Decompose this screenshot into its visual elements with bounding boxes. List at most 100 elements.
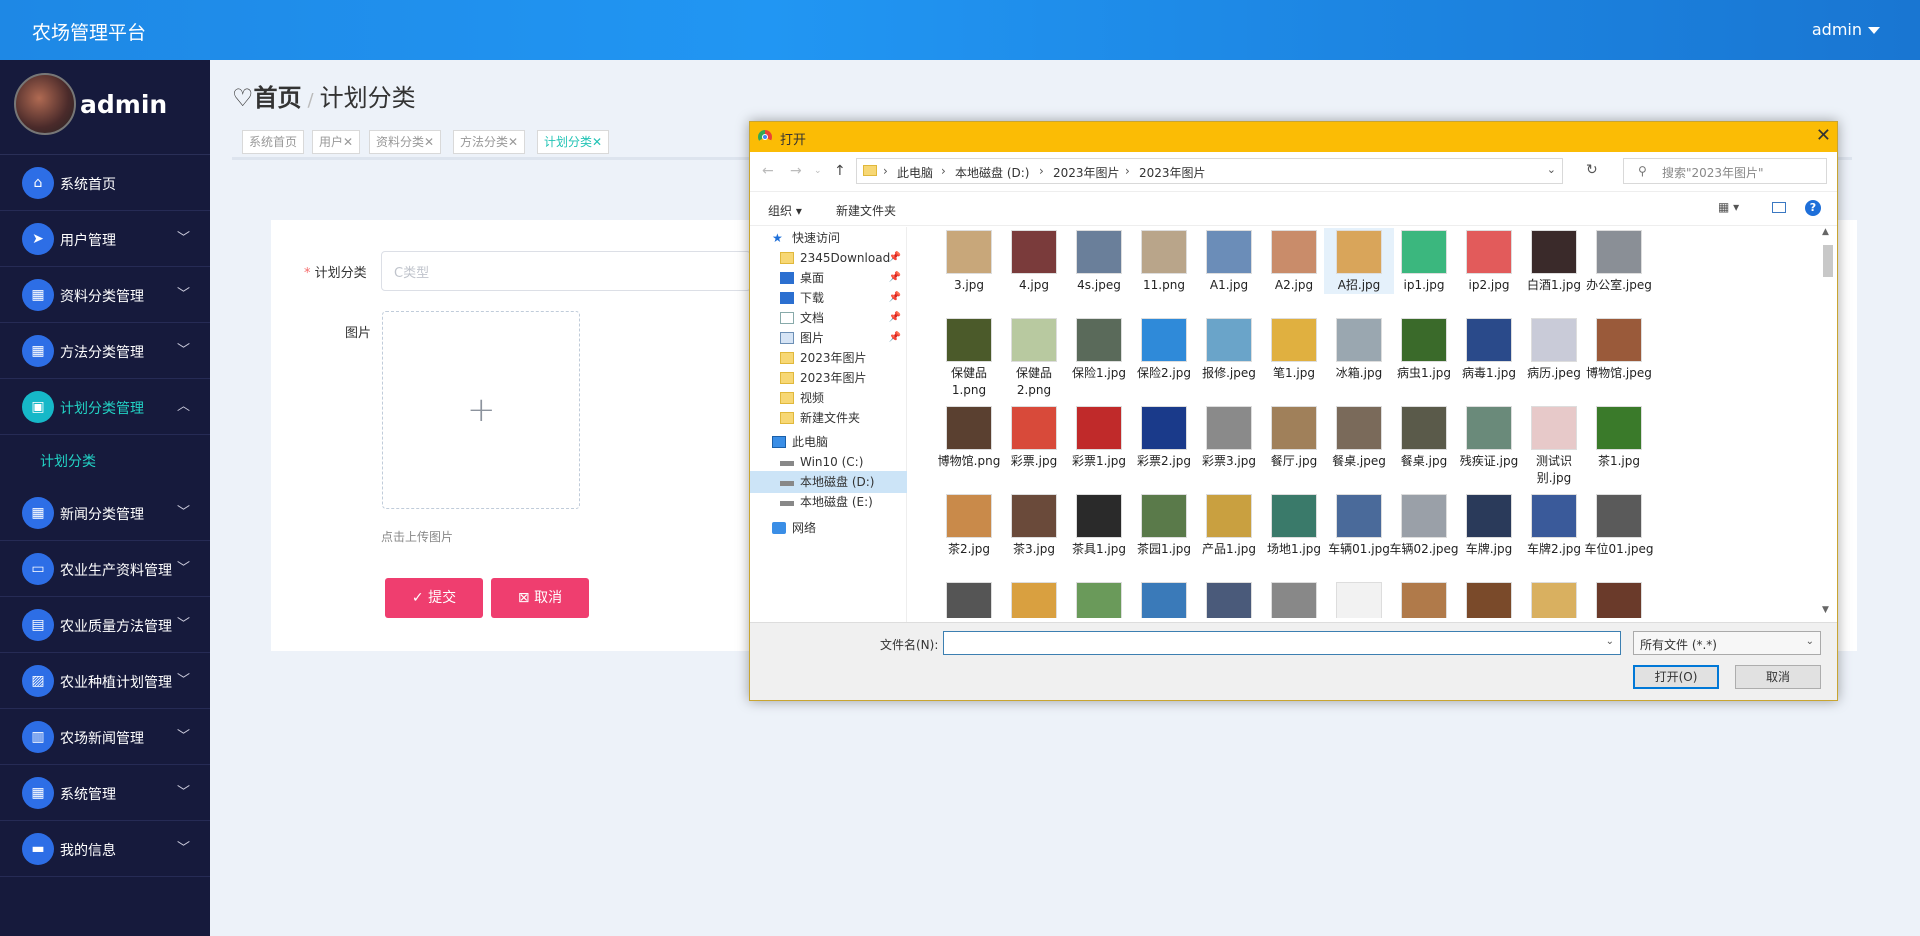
user-menu[interactable]: admin [1812, 20, 1880, 39]
view-options-icon[interactable]: ▦ ▾ [1718, 200, 1739, 214]
sidebar-item-11[interactable]: ▬ 我的信息 ﹀ [0, 821, 210, 877]
tree-item[interactable]: 本地磁盘 (D:) [750, 471, 907, 493]
file-item[interactable]: 报修.jpeg [1194, 316, 1264, 382]
sidebar-subitem-plan-category[interactable]: 计划分类 [0, 435, 210, 485]
file-item[interactable] [1194, 580, 1264, 618]
sidebar-item-4[interactable]: ▣ 计划分类管理 ︿ [0, 379, 210, 435]
tree-item[interactable]: 2345Download 📌 [750, 247, 907, 269]
tree-item[interactable]: 文档 📌 [750, 307, 907, 329]
file-item[interactable] [1454, 580, 1524, 618]
file-item[interactable]: ip1.jpg [1389, 228, 1459, 294]
file-item[interactable]: 残疾证.jpg [1454, 404, 1524, 470]
file-item[interactable]: 保健品1.png [934, 316, 1004, 399]
tag-method[interactable]: 方法分类✕ [453, 130, 526, 154]
file-item[interactable]: ip2.jpg [1454, 228, 1524, 294]
tree-item[interactable]: 2023年图片 [750, 367, 907, 389]
file-item[interactable]: 车辆02.jpeg [1389, 492, 1459, 558]
sidebar-item-5[interactable]: ▦ 新闻分类管理 ﹀ [0, 485, 210, 541]
tag-user[interactable]: 用户✕ [312, 130, 361, 154]
file-item[interactable]: 病毒1.jpg [1454, 316, 1524, 382]
tree-item[interactable]: ★ 快速访问 [750, 227, 907, 249]
file-item[interactable]: 车牌.jpg [1454, 492, 1524, 558]
file-item[interactable]: 博物馆.png [934, 404, 1004, 470]
file-item[interactable]: 车牌2.jpg [1519, 492, 1589, 558]
sidebar-item-8[interactable]: ▨ 农业种植计划管理 ﹀ [0, 653, 210, 709]
file-item[interactable]: 办公室.jpeg [1584, 228, 1654, 294]
tag-home[interactable]: 系统首页 [242, 130, 305, 154]
filename-input[interactable]: ⌄ [943, 631, 1621, 655]
file-item[interactable]: 茶2.jpg [934, 492, 1004, 558]
file-item[interactable]: 保险2.jpg [1129, 316, 1199, 382]
sidebar-item-9[interactable]: ▥ 农场新闻管理 ﹀ [0, 709, 210, 765]
scroll-down-icon[interactable]: ▼ [1822, 605, 1829, 615]
chevron-down-icon[interactable]: ⌄ [1547, 163, 1556, 176]
file-item[interactable]: 保健品2.png [999, 316, 1069, 399]
file-item[interactable]: 餐桌.jpg [1389, 404, 1459, 470]
category-input[interactable]: C类型 [381, 251, 751, 291]
help-icon[interactable]: ? [1805, 200, 1821, 216]
tree-item[interactable]: 桌面 📌 [750, 267, 907, 289]
sidebar-item-0[interactable]: ⌂ 系统首页 [0, 155, 210, 211]
image-uploader[interactable]: + [382, 311, 580, 509]
file-item[interactable]: 茶园1.jpg [1129, 492, 1199, 558]
file-item[interactable]: 病历.jpeg [1519, 316, 1589, 382]
tree-item[interactable]: 2023年图片 [750, 347, 907, 369]
file-item[interactable] [1324, 580, 1394, 618]
tag-material[interactable]: 资料分类✕ [369, 130, 442, 154]
refresh-icon[interactable]: ↻ [1586, 162, 1598, 178]
tree-item[interactable]: 网络 [750, 517, 907, 539]
file-item[interactable]: 彩票3.jpg [1194, 404, 1264, 470]
tree-item[interactable]: Win10 (C:) [750, 451, 907, 473]
file-item[interactable]: 白酒1.jpg [1519, 228, 1589, 294]
file-item[interactable]: A2.jpg [1259, 228, 1329, 294]
search-input[interactable]: ⚲ 搜索"2023年图片" [1623, 158, 1827, 184]
file-item[interactable]: 彩票.jpg [999, 404, 1069, 470]
scroll-thumb[interactable] [1823, 245, 1833, 277]
submit-button[interactable]: ✓ 提交 [385, 578, 483, 618]
file-item[interactable] [1584, 580, 1654, 618]
up-icon[interactable]: ↑ [834, 163, 846, 179]
tree-item[interactable]: 本地磁盘 (E:) [750, 491, 907, 513]
file-scrollbar[interactable]: ▲ ▼ [1821, 227, 1833, 619]
sidebar-item-2[interactable]: ▦ 资料分类管理 ﹀ [0, 267, 210, 323]
path-segment[interactable]: 2023年图片 [1053, 164, 1120, 181]
file-item[interactable]: 餐厅.jpg [1259, 404, 1329, 470]
file-item[interactable]: 4.jpg [999, 228, 1069, 294]
file-item[interactable]: 车辆01.jpg [1324, 492, 1394, 558]
file-item[interactable]: A招.jpg [1324, 228, 1394, 294]
tag-plan[interactable]: 计划分类✕ [537, 130, 610, 154]
open-button[interactable]: 打开(O) [1633, 665, 1719, 689]
file-item[interactable]: 产品1.jpg [1194, 492, 1264, 558]
tree-item[interactable]: 视频 [750, 387, 907, 409]
forward-icon[interactable]: → [790, 163, 802, 179]
file-item[interactable]: 餐桌.jpeg [1324, 404, 1394, 470]
path-segment[interactable]: 2023年图片 [1139, 164, 1206, 181]
file-item[interactable] [1259, 580, 1329, 618]
file-item[interactable]: 冰箱.jpg [1324, 316, 1394, 382]
file-item[interactable]: 场地1.jpg [1259, 492, 1329, 558]
file-item[interactable] [1129, 580, 1199, 618]
dialog-cancel-button[interactable]: 取消 [1735, 665, 1821, 689]
file-item[interactable]: 茶具1.jpg [1064, 492, 1134, 558]
file-item[interactable]: 笔1.jpg [1259, 316, 1329, 382]
file-item[interactable]: 博物馆.jpeg [1584, 316, 1654, 382]
preview-pane-icon[interactable] [1772, 202, 1786, 213]
file-item[interactable]: 病虫1.jpg [1389, 316, 1459, 382]
tree-item[interactable]: 此电脑 [750, 431, 907, 453]
file-item[interactable] [1519, 580, 1589, 618]
file-item[interactable]: 彩票1.jpg [1064, 404, 1134, 470]
chevron-down-icon[interactable]: ⌄ [1606, 636, 1614, 647]
tree-item[interactable]: 下载 📌 [750, 287, 907, 309]
file-item[interactable]: 车位01.jpeg [1584, 492, 1654, 558]
path-segment[interactable]: 此电脑 [897, 164, 933, 181]
tree-item[interactable]: 图片 📌 [750, 327, 907, 349]
sidebar-item-1[interactable]: ➤ 用户管理 ﹀ [0, 211, 210, 267]
back-icon[interactable]: ← [762, 163, 774, 179]
file-item[interactable] [934, 580, 1004, 618]
file-item[interactable] [1389, 580, 1459, 618]
address-bar[interactable]: › 此电脑 › 本地磁盘 (D:) › 2023年图片 › 2023年图片 ⌄ [856, 158, 1563, 184]
breadcrumb-home[interactable]: 首页 [254, 84, 302, 112]
sidebar-item-6[interactable]: ▭ 农业生产资料管理 ﹀ [0, 541, 210, 597]
file-item[interactable] [1064, 580, 1134, 618]
organize-button[interactable]: 组织 ▾ [768, 202, 802, 219]
